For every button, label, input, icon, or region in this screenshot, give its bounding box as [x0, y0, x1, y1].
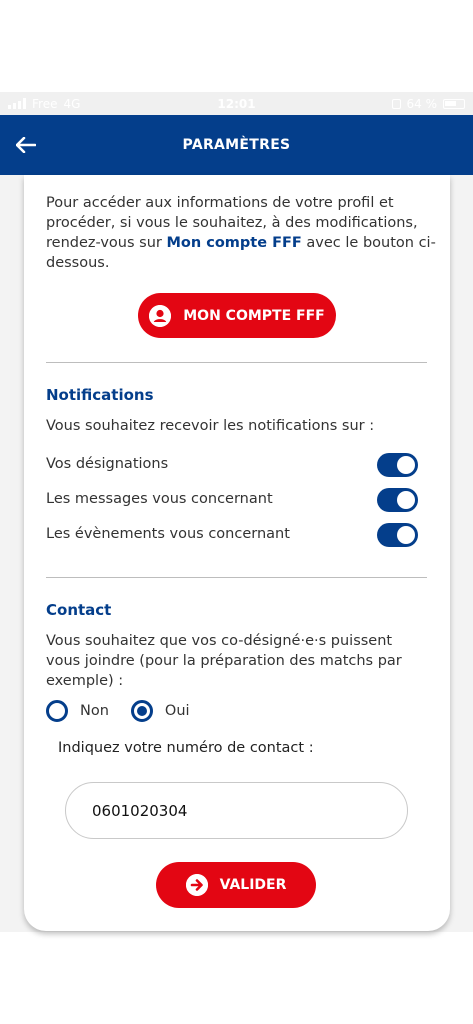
- settings-card: Pour accéder aux informations de votre p…: [24, 175, 450, 931]
- rotation-lock-icon: [391, 98, 401, 109]
- notification-events-toggle[interactable]: [377, 523, 418, 547]
- notification-designations-toggle[interactable]: [377, 453, 418, 477]
- notification-messages-label: Les messages vous concernant: [46, 491, 273, 507]
- contact-question: Vous souhaitez que vos co-désigné·e·s pu…: [46, 633, 402, 689]
- status-right: 64 %: [391, 96, 465, 111]
- app-bar: PARAMÈTRES: [0, 115, 473, 175]
- valider-button-label: VALIDER: [219, 877, 287, 893]
- contact-radio-group: Non Oui: [46, 700, 212, 722]
- radio-button: [46, 700, 68, 722]
- user-icon: [149, 304, 172, 327]
- notifications-question: Vous souhaitez recevoir les notification…: [46, 418, 375, 434]
- network-type: 4G: [63, 96, 81, 111]
- status-time: 12:01: [217, 96, 256, 111]
- status-bar: Free 4G 12:01 64 %: [0, 92, 473, 115]
- back-arrow-icon: [16, 137, 36, 153]
- carrier-name: Free: [32, 96, 58, 111]
- signal-icon: [8, 98, 26, 109]
- status-left: Free 4G: [8, 97, 80, 111]
- profile-intro-text: Pour accéder aux informations de votre p…: [46, 193, 436, 273]
- mon-compte-button[interactable]: MON COMPTE FFF: [138, 293, 336, 338]
- mon-compte-link-text: Mon compte FFF: [166, 235, 302, 251]
- radio-option-oui[interactable]: Oui: [130, 700, 190, 722]
- back-button[interactable]: [10, 129, 42, 161]
- radio-label-non: Non: [80, 703, 109, 719]
- divider: [46, 362, 427, 363]
- radio-label-oui: Oui: [164, 703, 190, 719]
- page-title: PARAMÈTRES: [182, 137, 291, 153]
- contact-title: Contact: [46, 601, 112, 619]
- valider-button[interactable]: VALIDER: [156, 862, 316, 908]
- phone-label: Indiquez votre numéro de contact :: [58, 740, 314, 756]
- radio-option-non[interactable]: Non: [46, 700, 109, 722]
- notification-designations-label: Vos désignations: [46, 456, 169, 472]
- battery-percent: 64 %: [406, 96, 438, 111]
- divider: [46, 577, 427, 578]
- mon-compte-button-label: MON COMPTE FFF: [183, 307, 325, 324]
- battery-icon: [443, 98, 465, 109]
- phone-input[interactable]: [65, 782, 408, 839]
- notifications-title: Notifications: [46, 386, 154, 404]
- notification-events-label: Les évènements vous concernant: [46, 526, 290, 542]
- arrow-right-circle-icon: [185, 874, 208, 896]
- radio-button-checked: [130, 700, 153, 722]
- notification-messages-toggle[interactable]: [377, 488, 418, 512]
- top-blank-area: [0, 0, 473, 92]
